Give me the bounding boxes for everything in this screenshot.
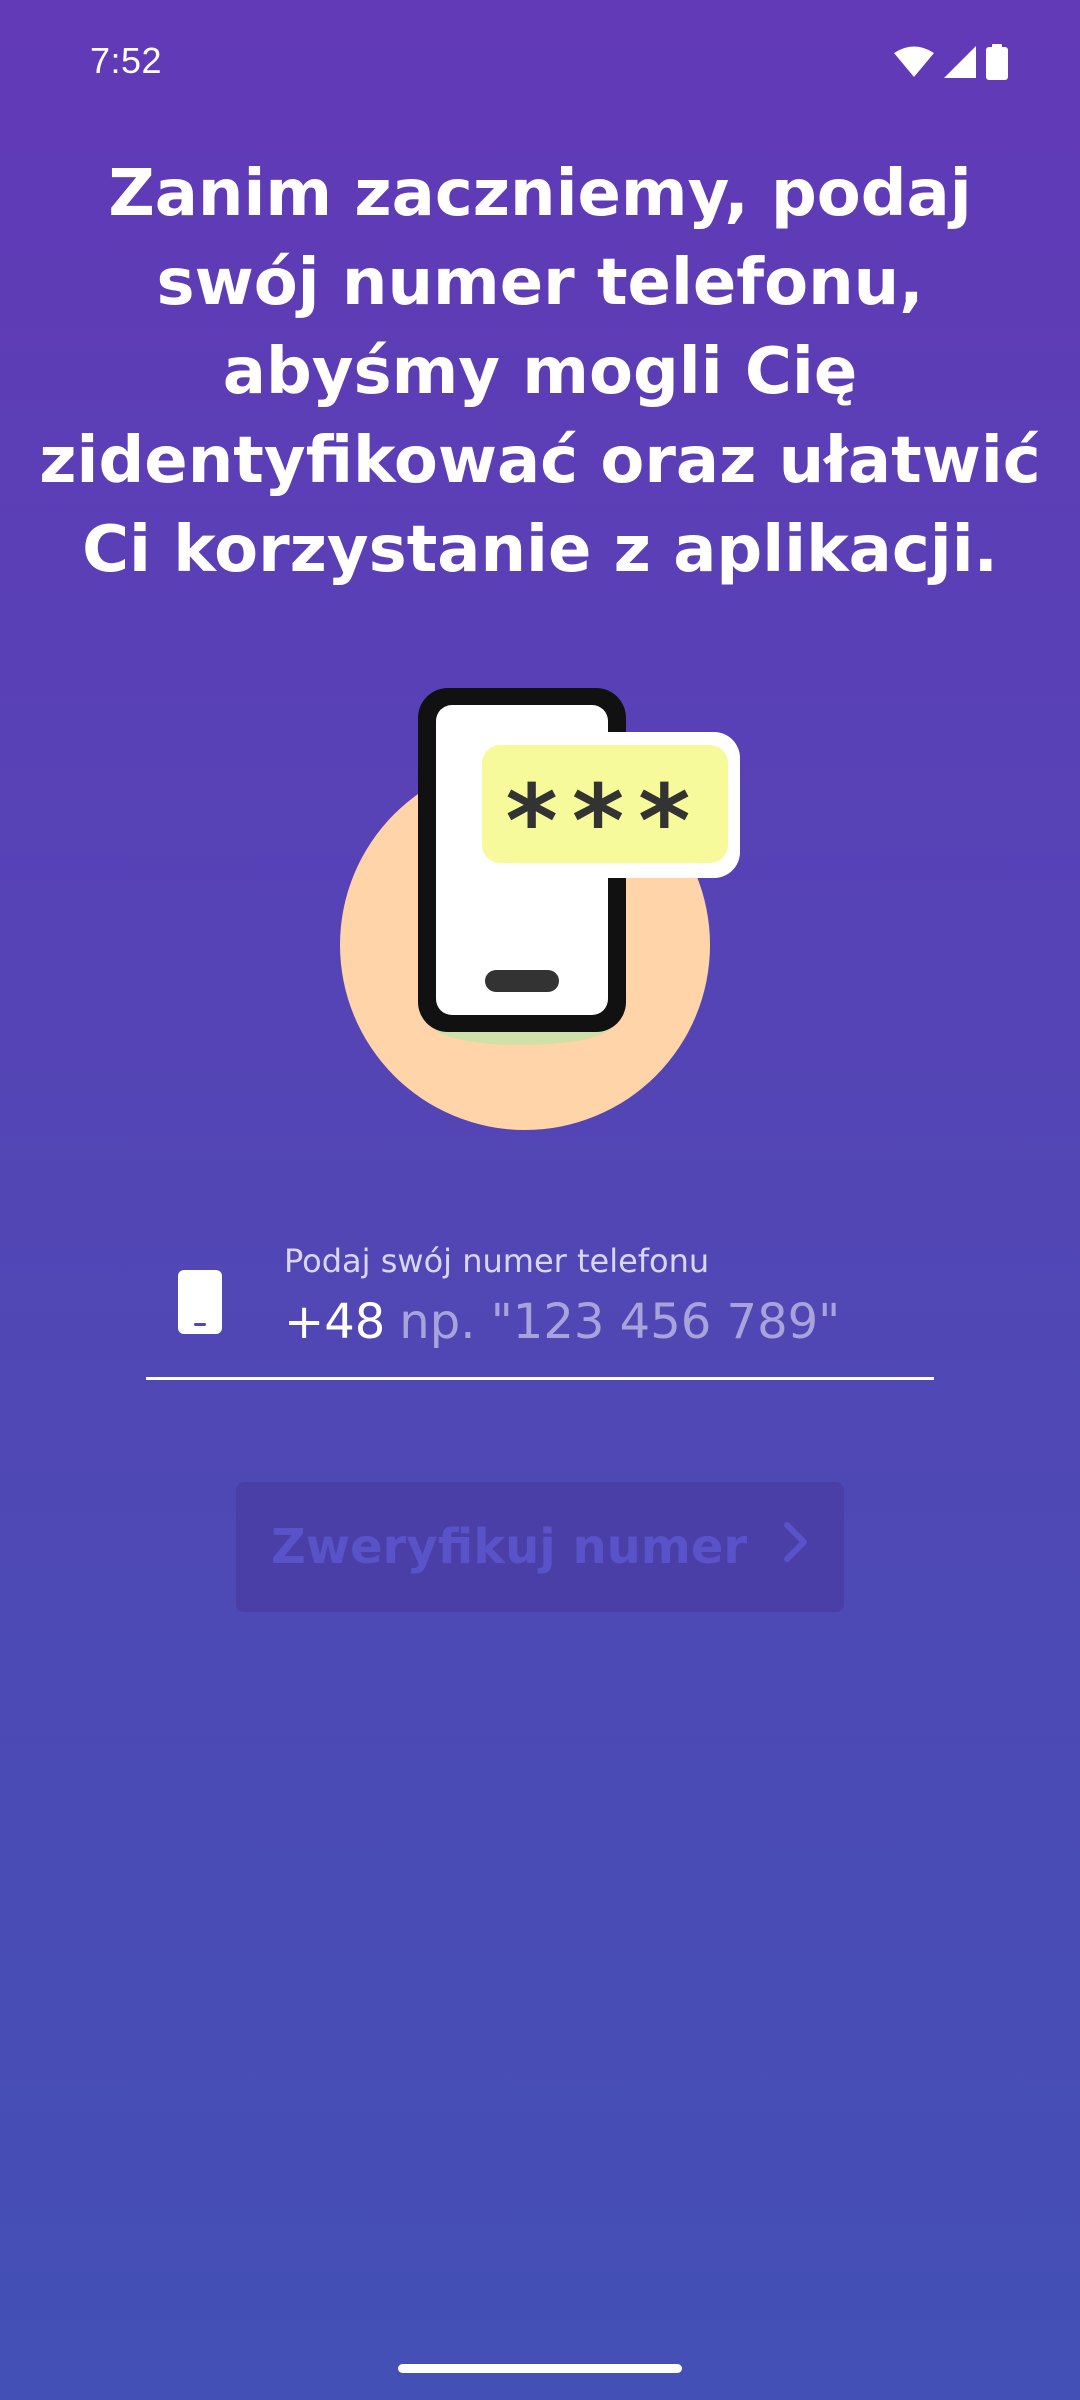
- phone-input-row: +48: [284, 1294, 960, 1350]
- phone-number-input[interactable]: [399, 1294, 960, 1350]
- status-icons: [894, 44, 1008, 80]
- country-prefix: +48: [284, 1294, 386, 1350]
- phone-password-illustration: ***: [330, 680, 770, 1140]
- phone-field-label: Podaj swój numer telefonu: [284, 1242, 710, 1280]
- phone-number-field[interactable]: Podaj swój numer telefonu +48: [146, 1232, 960, 1380]
- status-time: 7:52: [90, 40, 163, 81]
- battery-icon: [986, 44, 1008, 80]
- status-bar: 7:52: [0, 0, 1080, 130]
- code-text: ***: [506, 763, 705, 880]
- phone-icon: [178, 1270, 222, 1338]
- verify-number-button[interactable]: Zweryfikuj numer: [236, 1482, 844, 1612]
- home-indicator: [398, 2364, 682, 2373]
- wifi-icon: [894, 46, 934, 78]
- cellular-signal-icon: [944, 46, 976, 78]
- chevron-right-icon: [783, 1519, 809, 1575]
- verify-button-label: Zweryfikuj numer: [270, 1519, 748, 1575]
- intro-heading: Zanim zaczniemy, podaj swój numer telefo…: [39, 157, 1041, 587]
